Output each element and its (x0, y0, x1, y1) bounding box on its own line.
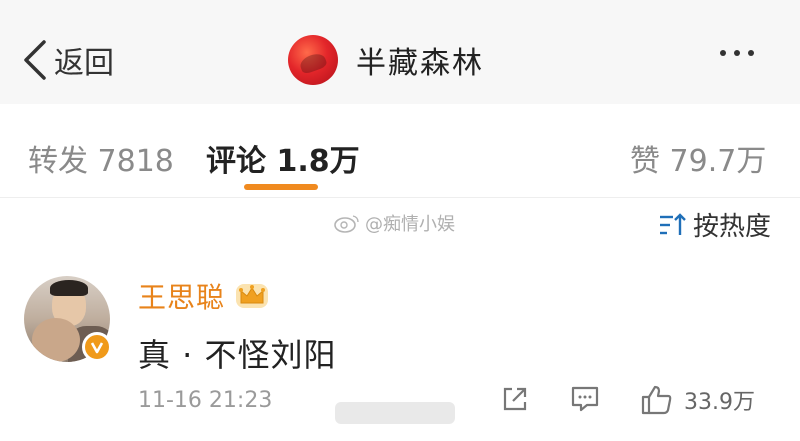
more-dot (720, 50, 726, 56)
more-dot (748, 50, 754, 56)
more-icon[interactable] (720, 50, 754, 56)
username-row: 王思聪 (138, 276, 269, 316)
avatar-dog (32, 318, 80, 362)
sort-by-hot-button[interactable]: 按热度 (657, 206, 771, 243)
tab-comment[interactable]: 评论 1.8万 (206, 136, 360, 180)
share-button[interactable] (500, 384, 530, 418)
reply-icon (571, 386, 599, 412)
sort-row: @痴情小娱 按热度 (0, 198, 800, 258)
sort-icon (660, 212, 686, 235)
tab-like[interactable]: 赞 79.7万 (630, 136, 766, 180)
like-count: 33.9万 (684, 390, 755, 415)
tab-repost[interactable]: 转发 7818 (28, 136, 174, 180)
thumbs-up-icon (641, 385, 672, 415)
share-icon (503, 387, 527, 411)
weibo-logo-icon (334, 215, 359, 233)
comment-text: 真 · 不怪刘阳 (138, 336, 337, 374)
more-dot (734, 50, 740, 56)
verified-v-icon (82, 332, 112, 362)
back-chevron-icon (24, 40, 46, 80)
username[interactable]: 王思聪 (138, 276, 225, 316)
crown-icon[interactable] (235, 281, 269, 311)
back-button[interactable]: 返回 (22, 38, 114, 82)
poster-avatar[interactable] (288, 35, 338, 85)
tab-bar: 转发 7818 评论 1.8万 赞 79.7万 (0, 104, 800, 198)
page-title: 半藏森林 (356, 46, 484, 81)
back-label: 返回 (54, 46, 114, 81)
sort-label: 按热度 (693, 212, 772, 242)
verified-v-glyph (90, 342, 104, 354)
blurred-watermark (335, 402, 455, 424)
reply-button[interactable] (570, 384, 600, 418)
active-tab-indicator (244, 184, 318, 190)
comment-timestamp: 11-16 21:23 (138, 388, 273, 413)
like-button[interactable]: 33.9万 (640, 384, 755, 416)
avatar-hair (50, 280, 88, 296)
comment-item: 王思聪 真 · 不怪刘阳 11-16 21:23 33.9万 (0, 258, 800, 441)
page-title-group: 半藏森林 (288, 35, 484, 85)
watermark: @痴情小娱 (333, 210, 455, 236)
top-navigation-bar: 返回 半藏森林 (0, 0, 800, 104)
watermark-text: @痴情小娱 (365, 214, 455, 235)
